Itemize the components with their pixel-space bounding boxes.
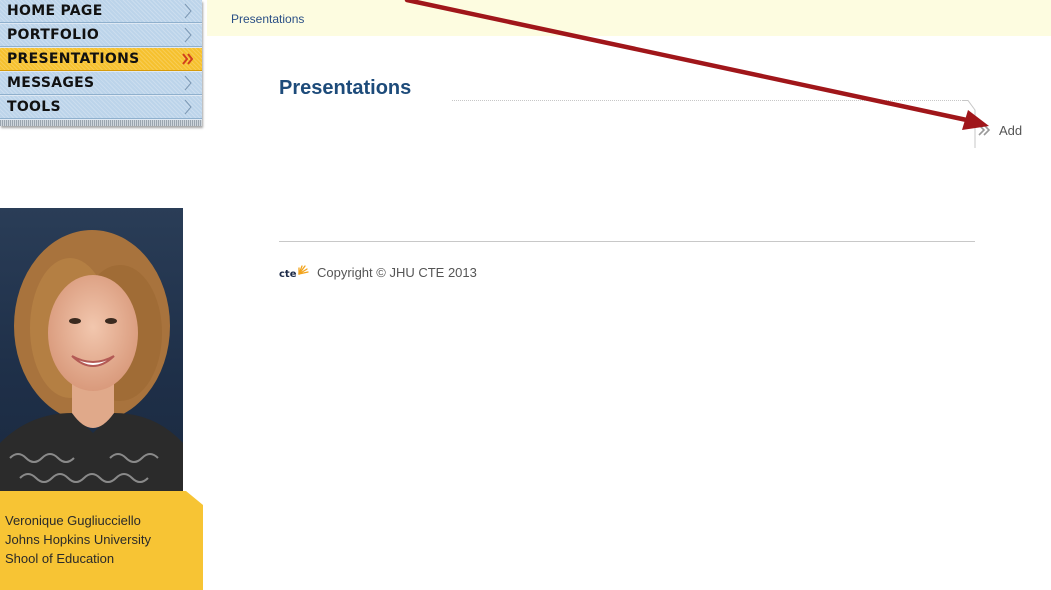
footer-divider <box>279 241 975 242</box>
profile-name: Veronique Gugliucciello <box>5 513 141 528</box>
nav-bottom-edge <box>0 120 202 126</box>
nav-item-label: MESSAGES <box>7 75 95 91</box>
profile-card: Veronique Gugliucciello Johns Hopkins Un… <box>0 491 203 590</box>
cte-logo-text: cte <box>279 269 297 280</box>
profile-photo <box>0 208 183 492</box>
sunburst-icon <box>298 265 309 275</box>
double-chevron-right-icon <box>978 124 991 136</box>
chevron-right-icon <box>182 24 194 46</box>
page-title: Presentations <box>279 77 412 99</box>
breadcrumb: Presentations <box>207 0 1051 36</box>
double-chevron-right-icon <box>182 48 194 70</box>
title-notch-decoration <box>962 100 976 148</box>
nav-item-portfolio[interactable]: PORTFOLIO <box>0 24 202 47</box>
nav-item-home-page[interactable]: HOME PAGE <box>0 0 202 23</box>
nav-item-tools[interactable]: TOOLS <box>0 96 202 119</box>
copyright-text: Copyright © JHU CTE 2013 <box>317 264 477 280</box>
nav-item-label: HOME PAGE <box>7 3 103 19</box>
nav-item-messages[interactable]: MESSAGES <box>0 72 202 95</box>
profile-institution: Johns Hopkins University <box>5 532 151 547</box>
nav-item-label: TOOLS <box>7 99 61 115</box>
title-divider <box>452 100 967 101</box>
main-nav: HOME PAGE PORTFOLIO PRESENTATIONS MESSAG… <box>0 0 202 126</box>
breadcrumb-current[interactable]: Presentations <box>231 12 304 26</box>
footer: cte Copyright © JHU CTE 2013 <box>279 262 477 282</box>
profile-photo-frame <box>0 180 185 492</box>
chevron-right-icon <box>182 0 194 22</box>
nav-item-presentations[interactable]: PRESENTATIONS <box>0 48 202 71</box>
nav-item-label: PRESENTATIONS <box>7 51 140 67</box>
nav-item-label: PORTFOLIO <box>7 27 100 43</box>
chevron-right-icon <box>182 72 194 94</box>
profile-school: Shool of Education <box>5 551 115 566</box>
add-button[interactable]: Add <box>978 121 1022 139</box>
cte-logo: cte <box>279 262 313 282</box>
add-button-label: Add <box>999 122 1023 138</box>
chevron-right-icon <box>182 96 194 118</box>
